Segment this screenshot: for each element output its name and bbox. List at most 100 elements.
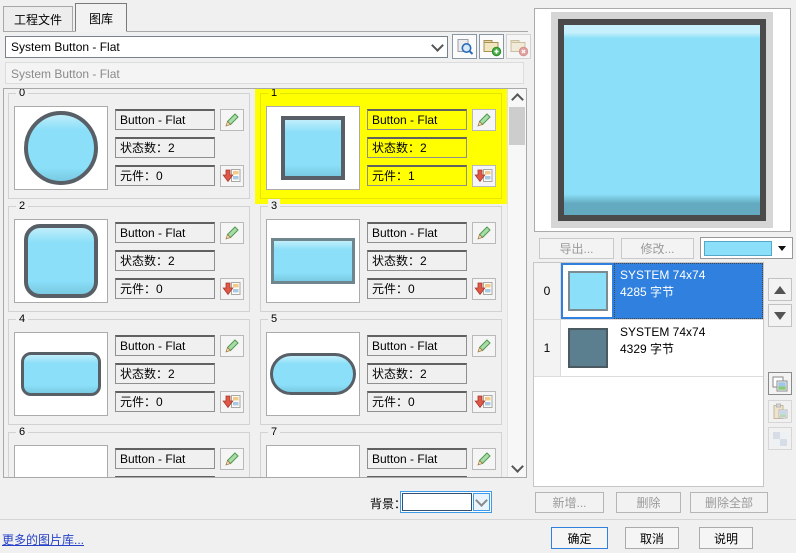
library-combobox[interactable]: System Button - Flat xyxy=(5,36,448,58)
zoom-library-button[interactable] xyxy=(452,34,477,59)
import-element-button[interactable] xyxy=(220,278,244,300)
grid-scrollbar[interactable] xyxy=(507,89,526,477)
delete-all-button[interactable]: 删除全部 xyxy=(690,492,768,513)
item-preview xyxy=(266,332,360,416)
import-element-button[interactable] xyxy=(472,165,496,187)
import-arrow-icon xyxy=(222,281,242,297)
item-preview xyxy=(266,219,360,303)
item-fields: Button - Flat xyxy=(115,448,244,477)
pencil-icon xyxy=(474,112,494,128)
add-image-button[interactable]: 新增... xyxy=(535,492,604,513)
element-count-field: 元件：0 xyxy=(367,391,467,412)
grid-item[interactable]: 7 Button - Flat xyxy=(260,432,502,477)
grid-item[interactable]: 5 Button - Flat 状态数：2 元件：0 xyxy=(260,319,502,425)
color-dropdown[interactable] xyxy=(700,237,793,259)
cancel-button[interactable]: 取消 xyxy=(625,527,679,549)
item-fields: Button - Flat 状态数：2 元件：0 xyxy=(367,335,496,419)
zoom-library-icon xyxy=(455,37,475,57)
button-preview-panel xyxy=(534,8,791,232)
grid-item[interactable]: 3 Button - Flat 状态数：2 元件：0 xyxy=(260,206,502,312)
more-libraries-link[interactable]: 更多的图片库... xyxy=(2,531,84,548)
item-fields: Button - Flat 状态数：2 元件：0 xyxy=(115,222,244,306)
edit-name-button[interactable] xyxy=(220,448,244,470)
element-count-field: 元件：0 xyxy=(115,391,215,412)
tab-project-files[interactable]: 工程文件 xyxy=(3,6,73,31)
import-element-button[interactable] xyxy=(472,391,496,413)
grid-item[interactable]: 0 Button - Flat 状态数：2 元件：0 xyxy=(8,93,250,199)
help-button[interactable]: 说明 xyxy=(699,527,753,549)
remove-library-button[interactable] xyxy=(506,34,531,59)
ok-button[interactable]: 确定 xyxy=(551,527,608,549)
item-preview xyxy=(266,445,360,477)
image-title: SYSTEM 74x74 xyxy=(620,324,757,341)
import-element-button[interactable] xyxy=(472,278,496,300)
import-arrow-icon xyxy=(222,394,242,410)
item-preview xyxy=(14,219,108,303)
grid-item[interactable]: 2 Button - Flat 状态数：2 元件：0 xyxy=(8,206,250,312)
triangle-down-icon xyxy=(774,312,786,320)
button-preview-frame xyxy=(551,12,773,228)
item-name-field: Button - Flat xyxy=(115,335,215,356)
grid-item[interactable]: 6 Button - Flat xyxy=(8,432,250,477)
edit-name-button[interactable] xyxy=(472,109,496,131)
background-combobox[interactable] xyxy=(400,491,492,513)
shape-preview xyxy=(271,238,355,284)
grid-item[interactable]: 4 Button - Flat 状态数：2 元件：0 xyxy=(8,319,250,425)
element-count-field: 元件：0 xyxy=(115,278,215,299)
export-button[interactable]: 导出... xyxy=(539,238,614,259)
chevron-down-icon xyxy=(427,45,447,50)
add-library-button[interactable] xyxy=(479,34,504,59)
scroll-down-button[interactable] xyxy=(508,460,526,477)
item-name-field: Button - Flat xyxy=(115,109,215,130)
add-library-icon xyxy=(482,37,502,57)
image-size: 4329 字节 xyxy=(620,341,757,358)
paste-image-button[interactable] xyxy=(768,400,792,423)
move-down-button[interactable] xyxy=(768,304,792,327)
transparency-button[interactable] xyxy=(768,427,792,450)
edit-name-button[interactable] xyxy=(220,335,244,357)
field-spacer xyxy=(472,137,496,159)
pencil-icon xyxy=(222,112,242,128)
pencil-icon xyxy=(222,338,242,354)
item-preview xyxy=(266,106,360,190)
edit-name-button[interactable] xyxy=(472,222,496,244)
image-list[interactable]: 0 SYSTEM 74x74 4285 字节 1 SYSTEM 74x74 43… xyxy=(533,262,764,487)
field-spacer xyxy=(472,476,496,478)
tab-gallery[interactable]: 图库 xyxy=(75,3,127,32)
list-row[interactable]: 0 SYSTEM 74x74 4285 字节 xyxy=(534,263,763,320)
import-element-button[interactable] xyxy=(220,391,244,413)
paste-image-icon xyxy=(771,403,789,421)
scroll-thumb[interactable] xyxy=(509,107,525,145)
list-row[interactable]: 1 SYSTEM 74x74 4329 字节 xyxy=(534,320,763,377)
copy-image-button[interactable] xyxy=(768,372,792,395)
edit-name-button[interactable] xyxy=(220,109,244,131)
item-fields: Button - Flat 状态数：2 元件：0 xyxy=(115,335,244,419)
element-count-field: 元件：0 xyxy=(367,278,467,299)
field-spacer xyxy=(472,250,496,272)
pencil-icon xyxy=(474,225,494,241)
row-index: 0 xyxy=(534,263,561,319)
delete-image-button[interactable]: 删除 xyxy=(616,492,681,513)
image-size: 4285 字节 xyxy=(620,284,757,301)
grid-item[interactable]: 1 Button - Flat 状态数：2 元件：1 xyxy=(260,93,502,199)
modify-button[interactable]: 修改... xyxy=(621,238,694,259)
edit-name-button[interactable] xyxy=(220,222,244,244)
import-element-button[interactable] xyxy=(220,165,244,187)
edit-name-button[interactable] xyxy=(472,335,496,357)
item-number: 4 xyxy=(16,312,28,326)
item-name-field: Button - Flat xyxy=(367,448,467,469)
shape-preview xyxy=(24,224,98,298)
item-number: 2 xyxy=(16,199,28,213)
field-spacer xyxy=(472,363,496,385)
edit-name-button[interactable] xyxy=(472,448,496,470)
item-number: 6 xyxy=(16,425,28,439)
image-info: SYSTEM 74x74 4285 字节 xyxy=(614,263,763,319)
field-spacer xyxy=(220,476,244,478)
state-count-field: 状态数：2 xyxy=(367,250,467,271)
item-grid-container: 0 Button - Flat 状态数：2 元件：0 xyxy=(3,88,527,478)
item-number: 5 xyxy=(268,312,280,326)
move-up-button[interactable] xyxy=(768,278,792,301)
scroll-up-button[interactable] xyxy=(508,89,526,106)
item-grid: 0 Button - Flat 状态数：2 元件：0 xyxy=(4,89,507,477)
footer-divider xyxy=(0,519,796,520)
